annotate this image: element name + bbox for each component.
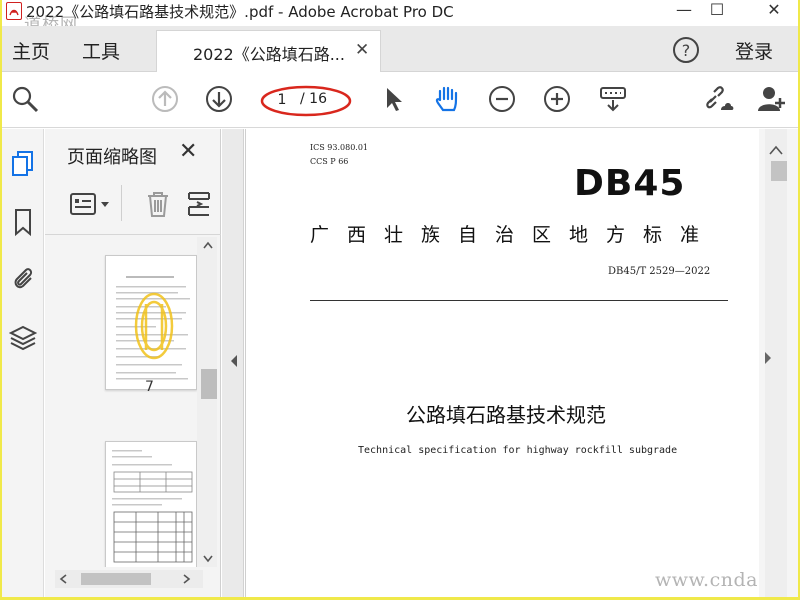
sign-in-link[interactable]: 登录 bbox=[735, 37, 773, 64]
toolbar: / 16 bbox=[2, 72, 798, 128]
toolbar-divider bbox=[121, 185, 122, 221]
document-vertical-scrollbar[interactable] bbox=[759, 129, 798, 597]
document-title-cn: 公路填石路基技术规范 bbox=[406, 403, 606, 427]
scroll-mode-icon[interactable] bbox=[598, 84, 628, 114]
window-title: 2022《公路填石路基技术规范》.pdf - Adobe Acrobat Pro… bbox=[26, 3, 454, 21]
search-icon[interactable] bbox=[10, 84, 40, 114]
thumbnails-toolbar bbox=[45, 175, 221, 235]
thumbnail-horizontal-scrollbar[interactable] bbox=[55, 570, 203, 588]
document-tab-label: 2022《公路填石路... bbox=[193, 45, 345, 64]
ccs-code: CCS P 66 bbox=[310, 157, 349, 166]
horizontal-scroll-thumb[interactable] bbox=[81, 573, 151, 585]
header-rule bbox=[310, 300, 728, 301]
standard-number: DB45/T 2529—2022 bbox=[608, 266, 711, 277]
zoom-out-icon[interactable] bbox=[487, 84, 517, 114]
document-canvas[interactable]: ICS 93.080.01 CCS P 66 DB45 广西壮族自治区地方标准 … bbox=[245, 129, 798, 597]
expand-right-panel-icon[interactable] bbox=[763, 351, 773, 365]
bookmark-icon[interactable] bbox=[9, 207, 37, 237]
page-total: / 16 bbox=[300, 91, 327, 107]
svg-text:?: ? bbox=[682, 41, 691, 60]
page-number-input[interactable] bbox=[268, 89, 296, 111]
standard-type-heading: 广西壮族自治区地方标准 bbox=[310, 224, 718, 246]
help-icon[interactable]: ? bbox=[672, 36, 700, 68]
select-cursor-icon[interactable] bbox=[378, 84, 408, 114]
pdf-page: ICS 93.080.01 CCS P 66 DB45 广西壮族自治区地方标准 … bbox=[245, 129, 757, 597]
attachment-icon[interactable] bbox=[9, 263, 37, 293]
thumbnail-scroll-thumb[interactable] bbox=[201, 369, 217, 399]
close-tab-button[interactable]: ✕ bbox=[355, 40, 369, 60]
document-tab[interactable]: 2022《公路填石路... ✕ bbox=[156, 30, 381, 72]
layers-icon[interactable] bbox=[8, 323, 38, 353]
hand-tool-icon[interactable] bbox=[432, 84, 462, 114]
tools-tab[interactable]: 工具 bbox=[82, 37, 120, 64]
previous-page-icon[interactable] bbox=[150, 84, 180, 114]
nav-bar: 主页 工具 2022《公路填石路... ✕ ? 登录 bbox=[2, 26, 798, 72]
thumbnail-vertical-scrollbar[interactable] bbox=[197, 237, 217, 567]
scroll-thumb[interactable] bbox=[771, 161, 787, 181]
thumbnail-list: 7 bbox=[45, 237, 201, 567]
home-tab[interactable]: 主页 bbox=[12, 37, 50, 64]
extract-page-icon[interactable] bbox=[185, 189, 215, 223]
close-panel-button[interactable]: ✕ bbox=[179, 139, 197, 164]
collapse-panel-icon[interactable] bbox=[229, 354, 239, 368]
page-indicator: / 16 bbox=[260, 85, 352, 117]
close-window-button[interactable]: ✕ bbox=[754, 0, 794, 24]
panel-collapse-strip[interactable] bbox=[222, 129, 244, 597]
share-link-icon[interactable] bbox=[704, 84, 734, 114]
page-thumbnails-icon[interactable] bbox=[9, 149, 37, 179]
left-icon-rail bbox=[2, 129, 44, 597]
add-person-icon[interactable] bbox=[756, 84, 786, 114]
ics-code: ICS 93.080.01 bbox=[310, 143, 369, 152]
acrobat-app-icon bbox=[6, 2, 22, 20]
maximize-button[interactable]: ☐ bbox=[697, 0, 737, 24]
delete-page-icon[interactable] bbox=[143, 189, 173, 223]
thumbnails-panel: 页面缩略图 ✕ 7 bbox=[45, 129, 221, 597]
db45-logo: DB45 bbox=[574, 163, 686, 204]
next-page-icon[interactable] bbox=[204, 84, 234, 114]
thumbnail-page-number: 7 bbox=[145, 379, 154, 395]
page-thumbnail[interactable] bbox=[105, 255, 197, 390]
thumbnails-title: 页面缩略图 bbox=[67, 147, 157, 168]
zoom-in-icon[interactable] bbox=[542, 84, 572, 114]
page-thumbnail[interactable] bbox=[105, 441, 197, 567]
document-title-en: Technical specification for highway rock… bbox=[358, 445, 678, 456]
title-bar: 2022《公路填石路基技术规范》.pdf - Adobe Acrobat Pro… bbox=[2, 0, 798, 35]
thumbnail-options-icon[interactable] bbox=[69, 191, 113, 223]
acrobat-window: 2022《公路填石路基技术规范》.pdf - Adobe Acrobat Pro… bbox=[2, 0, 798, 597]
